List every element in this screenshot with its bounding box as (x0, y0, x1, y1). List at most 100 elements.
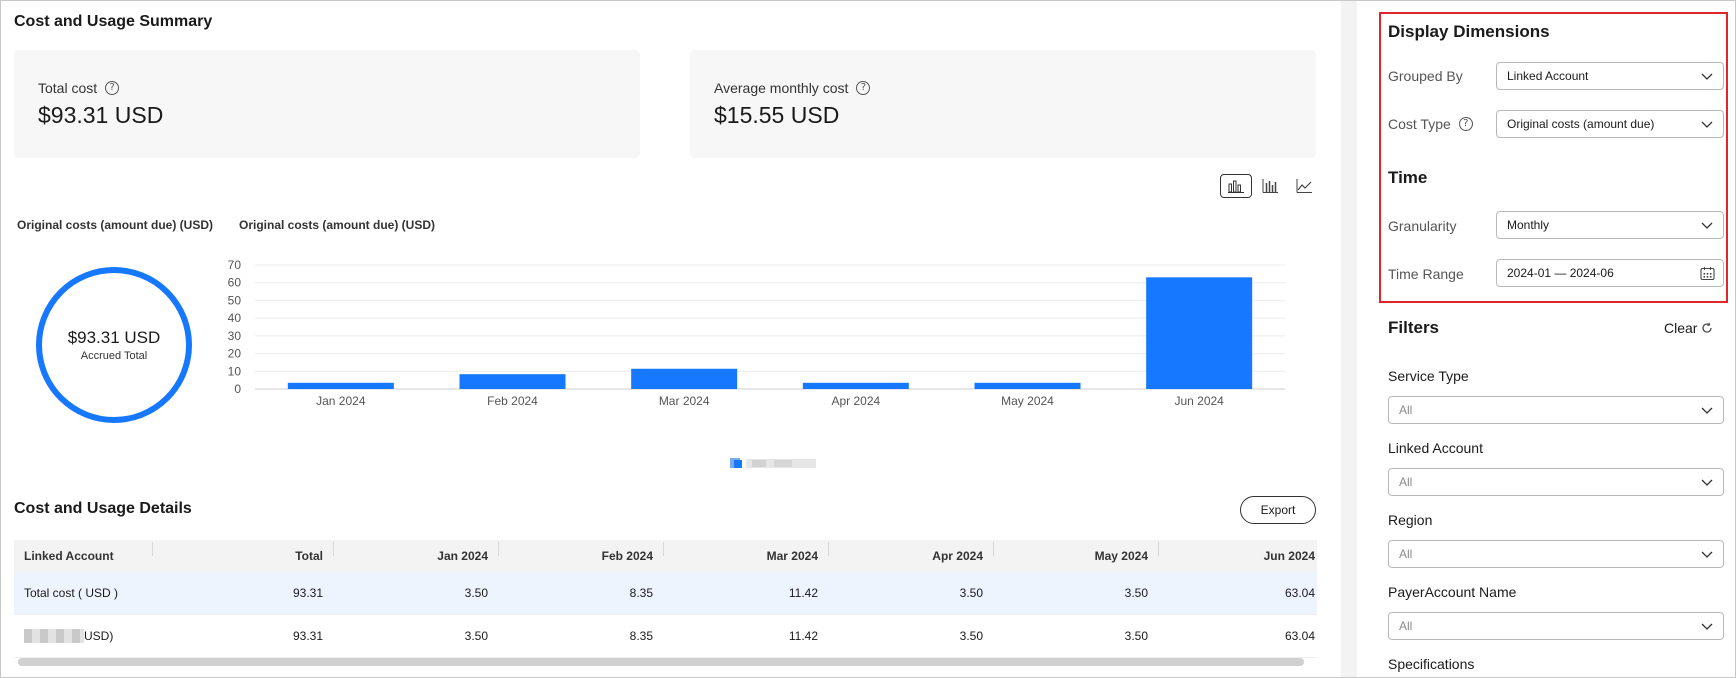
table-cell: 63.04 (1284, 629, 1315, 643)
bar (1146, 277, 1253, 389)
table-cell: 3.50 (959, 586, 983, 600)
payer-account-name-value: All (1399, 619, 1413, 633)
grouped-bar-chart-icon[interactable] (1254, 174, 1286, 198)
x-tick-label: Mar 2024 (659, 394, 710, 408)
table-cell: 11.42 (788, 586, 818, 600)
table-cell: 93.31 (292, 586, 323, 600)
bar (631, 368, 738, 389)
service-type-select[interactable]: All (1388, 396, 1724, 424)
time-range-picker[interactable]: 2024-01 — 2024-06 (1496, 259, 1724, 287)
chevron-down-icon (1701, 623, 1713, 630)
grouped-by-select[interactable]: Linked Account (1496, 62, 1724, 90)
donut-caption: Original costs (amount due) (USD) (17, 218, 214, 232)
granularity-label: Granularity (1388, 218, 1456, 234)
cost-bar-chart: 0 10 20 30 40 50 60 70 Jan 2024 Feb 2024 Mar 2024 A… (228, 258, 1285, 408)
service-type-label: Service Type (1388, 368, 1469, 384)
linked-account-select[interactable]: All (1388, 468, 1724, 496)
table-row[interactable]: USD) 93.31 3.50 8.35 11.42 3.50 3.50 63.… (14, 615, 1317, 658)
details-title: Cost and Usage Details (14, 500, 192, 517)
chevron-down-icon (1701, 73, 1713, 80)
time-range-label-text: Time Range (1388, 266, 1464, 282)
y-tick-label: 20 (228, 347, 242, 361)
redacted-account (24, 629, 84, 644)
summary-title: Cost and Usage Summary (14, 13, 213, 30)
x-tick-label: May 2024 (1001, 394, 1054, 408)
granularity-select[interactable]: Monthly (1496, 211, 1724, 239)
cost-type-value: Original costs (amount due) (1507, 117, 1655, 131)
linked-account-value: All (1399, 475, 1413, 489)
table-cell: 11.42 (788, 629, 818, 643)
column-header[interactable]: Linked Account (14, 549, 152, 563)
row-label: Total cost ( USD ) (24, 586, 119, 600)
accrued-total-donut: $93.31 USD Accrued Total (34, 265, 194, 425)
help-icon[interactable]: ? (1458, 117, 1473, 131)
x-tick-label: Jun 2024 (1174, 394, 1224, 408)
region-label: Region (1388, 512, 1433, 528)
y-tick-label: 30 (228, 329, 242, 343)
line-chart-icon[interactable] (1288, 174, 1320, 198)
grouped-by-label-text: Grouped By (1388, 68, 1463, 84)
average-cost-value: $15.55 USD (714, 102, 840, 128)
table-header: Linked Account Total Jan 2024 Feb 2024 M… (14, 540, 1317, 572)
region-select[interactable]: All (1388, 540, 1724, 568)
column-header[interactable]: Apr 2024 (828, 542, 993, 563)
column-header[interactable]: Total (152, 542, 333, 563)
export-button[interactable]: Export (1240, 496, 1316, 524)
column-header[interactable]: Feb 2024 (498, 542, 663, 563)
y-tick-label: 70 (228, 258, 242, 272)
x-tick-label: Jan 2024 (316, 394, 366, 408)
help-icon[interactable]: ? (856, 81, 871, 95)
average-cost-card: Average monthly cost? $15.55 USD (690, 50, 1316, 158)
payer-account-name-select[interactable]: All (1388, 612, 1724, 640)
grouped-by-value: Linked Account (1507, 69, 1589, 83)
table-cell: 93.31 (292, 629, 323, 643)
table-row[interactable]: Total cost ( USD ) 93.31 3.50 8.35 11.42… (14, 572, 1317, 615)
cost-type-label: Cost Type? (1388, 116, 1473, 132)
service-type-value: All (1399, 403, 1413, 417)
table-cell: 3.50 (1124, 586, 1148, 600)
row-label: USD) (14, 629, 152, 644)
column-header[interactable]: Mar 2024 (663, 542, 828, 563)
average-cost-label: Average monthly cost (714, 80, 849, 96)
table-cell: 8.35 (629, 586, 653, 600)
total-cost-card: Total cost? $93.31 USD (14, 50, 640, 158)
horizontal-scrollbar[interactable] (18, 658, 1304, 666)
region-value: All (1399, 547, 1413, 561)
bar (974, 382, 1081, 389)
bar-chart-icon[interactable] (1220, 174, 1252, 198)
refresh-icon (1702, 322, 1713, 333)
cost-type-select[interactable]: Original costs (amount due) (1496, 110, 1724, 138)
time-range-label: Time Range (1388, 266, 1464, 282)
grouped-by-label: Grouped By (1388, 68, 1463, 84)
table-cell: 3.50 (464, 586, 488, 600)
y-tick-label: 40 (228, 311, 242, 325)
bar (802, 382, 909, 389)
column-header[interactable]: Jan 2024 (333, 542, 498, 563)
donut-sublabel: Accrued Total (80, 350, 148, 362)
column-header[interactable]: Jun 2024 (1158, 542, 1317, 563)
help-icon[interactable]: ? (105, 81, 120, 95)
y-tick-label: 50 (228, 293, 242, 307)
bar-chart-title: Original costs (amount due) (USD) (239, 218, 436, 232)
y-tick-label: 10 (228, 364, 242, 378)
donut-value: $93.31 USD (67, 328, 161, 347)
clear-filters-button[interactable]: Clear (1664, 320, 1713, 336)
chevron-down-icon (1701, 222, 1713, 229)
table-cell: 63.04 (1284, 586, 1315, 600)
calendar-icon[interactable] (1700, 266, 1715, 281)
y-tick-label: 0 (234, 382, 241, 396)
payer-account-name-label: PayerAccount Name (1388, 584, 1517, 600)
total-cost-label: Total cost (38, 80, 98, 96)
total-cost-value: $93.31 USD (38, 102, 164, 128)
cost-details-table: Linked Account Total Jan 2024 Feb 2024 M… (14, 540, 1317, 658)
column-header[interactable]: May 2024 (993, 542, 1158, 563)
granularity-value: Monthly (1507, 218, 1550, 232)
table-cell: 3.50 (1124, 629, 1148, 643)
panel-divider (1341, 1, 1357, 677)
x-tick-label: Apr 2024 (831, 394, 880, 408)
time-title: Time (1388, 168, 1428, 187)
cost-type-label-text: Cost Type (1388, 116, 1451, 132)
display-dimensions-title: Display Dimensions (1388, 22, 1550, 41)
chevron-down-icon (1701, 551, 1713, 558)
bar (287, 382, 394, 389)
